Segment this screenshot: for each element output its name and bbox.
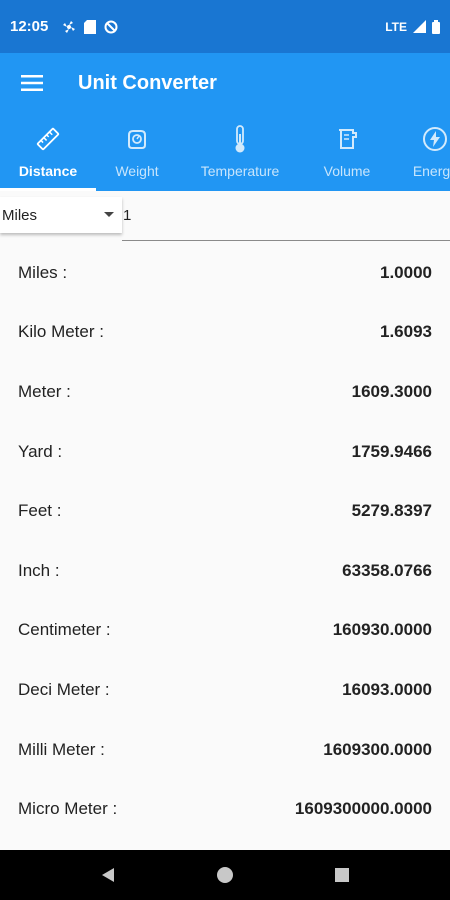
- result-label: Miles :: [18, 262, 68, 282]
- result-row-inch: Inch : 63358.0766: [0, 541, 450, 601]
- system-nav-bar: [0, 850, 450, 900]
- result-label: Centimeter :: [18, 620, 111, 640]
- battery-icon: [432, 19, 440, 34]
- result-value: 63358.0766: [342, 560, 432, 580]
- result-row-millimeter: Milli Meter : 1609300.0000: [0, 720, 450, 780]
- result-value: 1759.9466: [351, 441, 432, 461]
- tab-energy[interactable]: Energy: [392, 113, 450, 191]
- status-bar: 12:05 LTE: [0, 0, 450, 53]
- ruler-icon: [35, 121, 61, 157]
- recents-icon[interactable]: [334, 867, 350, 883]
- result-row-micrometer: Micro Meter : 1609300000.0000: [0, 779, 450, 839]
- status-notification-icons: [62, 19, 118, 34]
- app-title: Unit Converter: [78, 71, 217, 94]
- tab-weight[interactable]: Weight: [96, 113, 178, 191]
- signal-icon: [413, 20, 426, 33]
- result-label: Milli Meter :: [18, 739, 105, 759]
- result-label: Meter :: [18, 381, 71, 401]
- result-label: Feet :: [18, 501, 62, 521]
- beaker-icon: [336, 121, 358, 157]
- result-row-kilometer: Kilo Meter : 1.6093: [0, 303, 450, 363]
- result-label: Micro Meter :: [18, 799, 118, 819]
- result-value: 1609300000.0000: [294, 799, 432, 819]
- result-value: 1609.3000: [351, 381, 432, 401]
- status-right: LTE: [385, 19, 440, 34]
- result-value: 1.6093: [380, 322, 432, 342]
- result-row-feet: Feet : 5279.8397: [0, 481, 450, 541]
- result-label: Yard :: [18, 441, 63, 461]
- result-row-yard: Yard : 1759.9466: [0, 422, 450, 482]
- input-underline: [122, 240, 450, 241]
- converter-input-row: Miles 1: [0, 191, 450, 243]
- result-row-meter: Meter : 1609.3000: [0, 362, 450, 422]
- category-tabs: Distance Weight Temperature Volume Energ…: [0, 113, 450, 191]
- dropdown-arrow-icon: [104, 212, 114, 217]
- fan-icon: [63, 20, 76, 33]
- result-label: Kilo Meter :: [18, 322, 104, 342]
- result-value: 16093.0000: [342, 679, 432, 699]
- no-disturb-icon: [104, 20, 118, 33]
- result-row-centimeter: Centimeter : 160930.0000: [0, 601, 450, 661]
- app-bar: Unit Converter: [0, 53, 450, 113]
- thermometer-icon: [232, 121, 248, 157]
- menu-button[interactable]: [0, 53, 64, 113]
- tab-temperature[interactable]: Temperature: [178, 113, 302, 191]
- tab-label: Temperature: [200, 163, 280, 179]
- network-type: LTE: [385, 19, 407, 34]
- home-icon[interactable]: [216, 866, 234, 884]
- result-value: 5279.8397: [351, 501, 432, 521]
- value-input[interactable]: 1: [122, 197, 450, 233]
- result-value: 1609300.0000: [323, 739, 432, 759]
- unit-dropdown-value: Miles: [2, 206, 38, 224]
- tab-label: Distance: [18, 163, 78, 179]
- result-label: Deci Meter :: [18, 679, 110, 699]
- sd-card-icon: [84, 19, 97, 34]
- results-list: Miles : 1.0000 Kilo Meter : 1.6093 Meter :…: [0, 243, 450, 839]
- lightning-icon: [421, 121, 449, 157]
- result-value: 160930.0000: [332, 620, 432, 640]
- tab-label: Weight: [115, 163, 159, 179]
- result-value: 1.0000: [380, 262, 432, 282]
- tab-label: Volume: [323, 163, 371, 179]
- scale-icon: [125, 121, 149, 157]
- result-row-decimeter: Deci Meter : 16093.0000: [0, 660, 450, 720]
- tab-volume[interactable]: Volume: [302, 113, 392, 191]
- result-row-miles: Miles : 1.0000: [0, 243, 450, 303]
- back-icon[interactable]: [100, 867, 116, 883]
- status-time: 12:05: [10, 18, 49, 35]
- hamburger-menu-icon: [21, 75, 43, 91]
- tab-label: Energy: [412, 163, 450, 179]
- value-input-text: 1: [123, 206, 132, 224]
- unit-dropdown[interactable]: Miles: [0, 197, 122, 233]
- tab-distance[interactable]: Distance: [0, 113, 96, 191]
- result-label: Inch :: [18, 560, 60, 580]
